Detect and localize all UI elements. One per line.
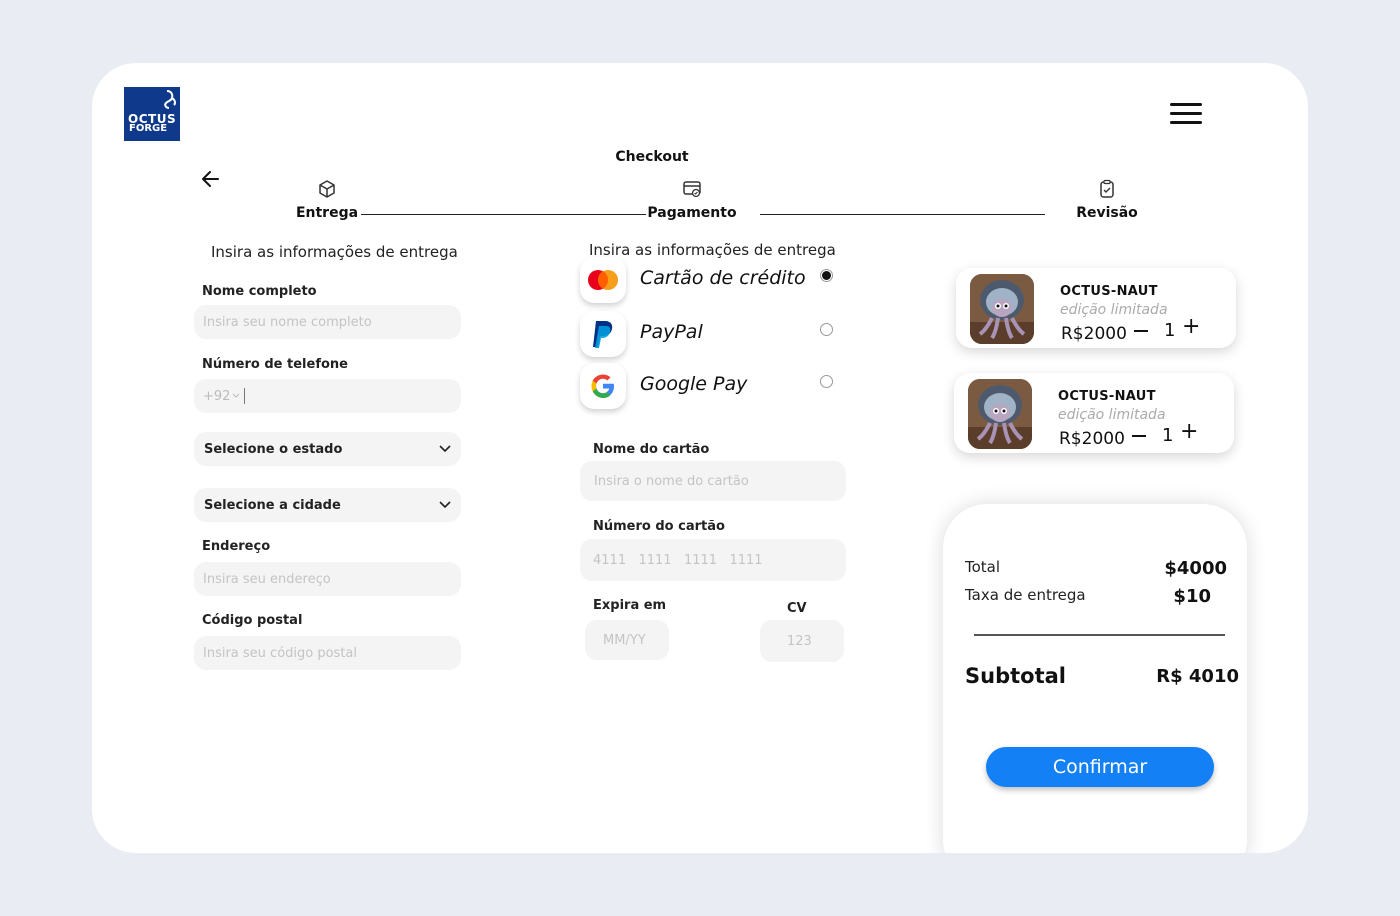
card-number-input[interactable] [580, 539, 846, 581]
subtotal-value: R$ 4010 [1156, 666, 1239, 687]
postal-code-input[interactable] [194, 636, 461, 670]
delivery-section-title: Insira as informações de entrega [211, 243, 458, 261]
city-select[interactable]: Selecione a cidade [194, 488, 461, 522]
step-connector [760, 214, 1045, 215]
cart-item: OCTUS-NAUT edição limitada R$2000 1 + [956, 268, 1236, 348]
phone-label: Número de telefone [202, 357, 348, 372]
step-revisao[interactable]: Revisão [1067, 179, 1147, 221]
octus-forge-logo[interactable]: OCTUS FORGE [124, 87, 180, 141]
order-summary: Total $4000 Taxa de entrega $10 Subtotal… [943, 504, 1247, 853]
page-title: Checkout [615, 149, 689, 165]
step-label: Revisão [1076, 205, 1138, 221]
postal-label: Código postal [202, 613, 303, 628]
cart-item: OCTUS-NAUT edição limitada R$2000 1 + [954, 373, 1234, 453]
checkout-card: OCTUS FORGE Checkout Entrega Pagamento R… [92, 63, 1308, 853]
expiry-input[interactable] [585, 620, 669, 660]
total-value: $4000 [1164, 558, 1227, 579]
cvv-label: CV [787, 601, 807, 616]
product-name: OCTUS-NAUT [1058, 389, 1156, 404]
clipboard-check-icon [1100, 179, 1114, 198]
delivery-fee-label: Taxa de entrega [965, 586, 1086, 604]
logo-line2: FORGE [129, 123, 168, 134]
state-select-label: Selecione o estado [204, 441, 343, 457]
card-number-label: Número do cartão [593, 519, 725, 534]
total-label: Total [965, 558, 1001, 576]
phone-input[interactable]: +92 [194, 379, 461, 413]
product-edition: edição limitada [1058, 407, 1166, 423]
mastercard-icon [580, 257, 626, 303]
increase-quantity-button[interactable]: + [1182, 316, 1200, 338]
product-price: R$2000 [1059, 429, 1125, 449]
city-select-label: Selecione a cidade [204, 497, 341, 513]
hamburger-menu-icon[interactable] [1170, 103, 1202, 127]
payment-method-paypal[interactable]: PayPal [580, 311, 840, 359]
step-label: Pagamento [647, 205, 737, 221]
radio-unselected[interactable] [820, 375, 833, 388]
card-name-label: Nome do cartão [593, 442, 710, 457]
payment-card-icon [683, 181, 701, 198]
product-thumbnail [968, 379, 1032, 449]
product-quantity: 1 [1162, 425, 1174, 446]
address-label: Endereço [202, 539, 271, 554]
name-label: Nome completo [202, 284, 317, 299]
product-quantity: 1 [1164, 320, 1176, 341]
cvv-input[interactable] [760, 620, 844, 662]
decrease-quantity-button[interactable] [1134, 330, 1148, 332]
address-input[interactable] [194, 562, 461, 596]
chevron-down-icon [439, 445, 451, 453]
card-name-input[interactable] [580, 461, 846, 501]
radio-selected[interactable] [820, 269, 833, 282]
country-code[interactable]: +92 [203, 389, 230, 404]
confirm-button[interactable]: Confirmar [986, 747, 1214, 787]
step-label: Entrega [295, 205, 359, 221]
expiry-label: Expira em [593, 598, 667, 613]
back-arrow-icon[interactable] [200, 169, 222, 189]
product-edition: edição limitada [1060, 302, 1168, 318]
subtotal-label: Subtotal [965, 664, 1066, 688]
payment-method-label: Google Pay [640, 373, 748, 395]
chevron-down-icon[interactable] [232, 393, 240, 399]
radio-unselected[interactable] [820, 323, 833, 336]
google-icon [580, 363, 626, 409]
payment-method-label: Cartão de crédito [640, 267, 806, 289]
product-price: R$2000 [1061, 324, 1127, 344]
product-thumbnail [970, 274, 1034, 344]
payment-method-credit-card[interactable]: Cartão de crédito [580, 257, 840, 305]
summary-divider [974, 634, 1225, 636]
chevron-down-icon [439, 501, 451, 509]
box-icon [319, 180, 335, 198]
decrease-quantity-button[interactable] [1132, 435, 1146, 437]
payment-method-google-pay[interactable]: Google Pay [580, 363, 840, 411]
state-select[interactable]: Selecione o estado [194, 432, 461, 466]
octopus-icon [164, 90, 177, 109]
full-name-input[interactable] [194, 305, 461, 339]
increase-quantity-button[interactable]: + [1180, 421, 1198, 443]
payment-method-label: PayPal [640, 321, 703, 343]
step-pagamento[interactable]: Pagamento [645, 179, 739, 221]
step-entrega[interactable]: Entrega [286, 179, 368, 221]
delivery-fee-value: $10 [1173, 586, 1211, 607]
product-name: OCTUS-NAUT [1060, 284, 1158, 299]
step-connector [361, 214, 646, 215]
paypal-icon [580, 311, 626, 357]
text-cursor [244, 388, 246, 404]
